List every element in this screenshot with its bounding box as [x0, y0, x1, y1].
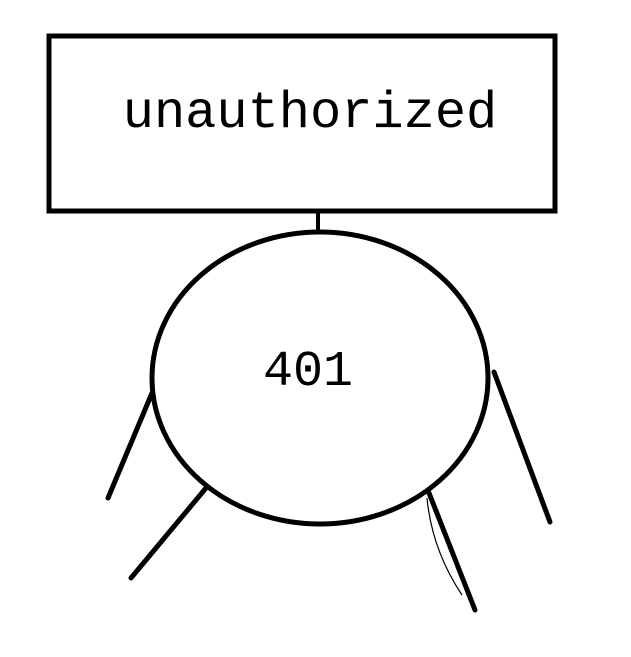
leg-right-lower — [426, 490, 478, 613]
leg-right-lower-sketch — [426, 497, 463, 596]
body-text: 401 — [263, 344, 353, 401]
leg-right-upper — [491, 369, 553, 525]
drawing-canvas: unauthorized 401 — [46, 33, 558, 613]
sign-text: unauthorized — [123, 84, 497, 143]
leg-left-lower — [128, 485, 209, 581]
leg-left-upper — [105, 390, 155, 501]
